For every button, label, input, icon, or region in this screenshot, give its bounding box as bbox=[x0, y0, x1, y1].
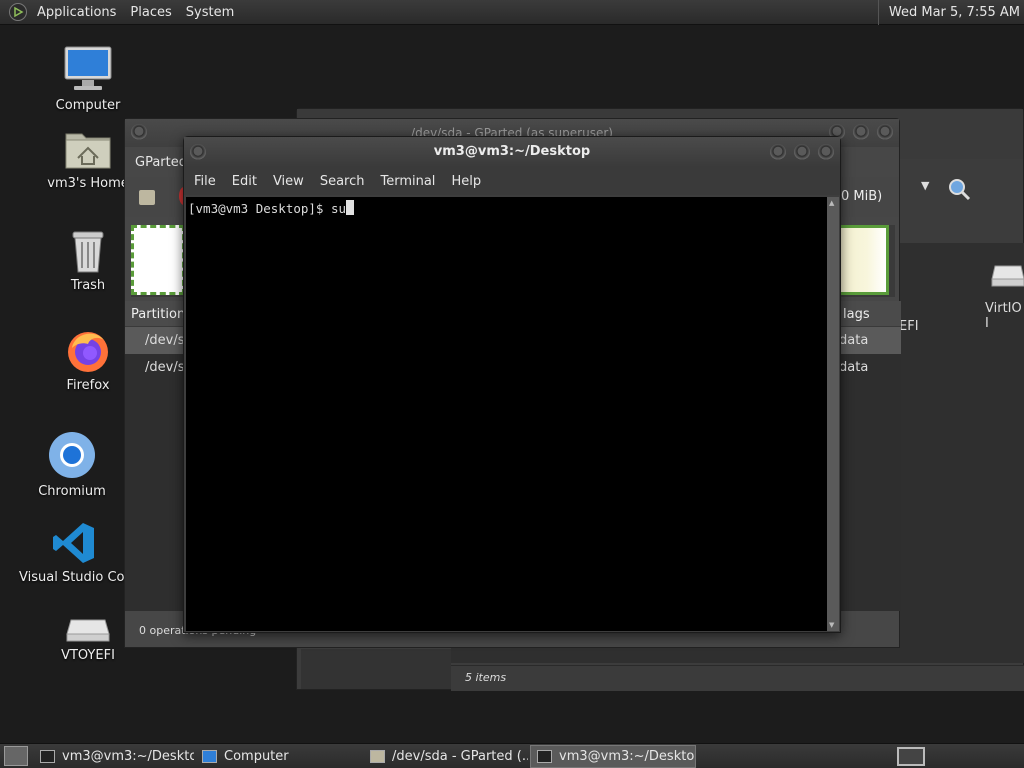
desktop-icon-label: Chromium bbox=[38, 484, 106, 499]
window-menu-button[interactable] bbox=[131, 124, 147, 140]
menu-view[interactable]: View bbox=[265, 174, 312, 189]
menu-places[interactable]: Places bbox=[123, 0, 178, 25]
menu-help[interactable]: Help bbox=[443, 174, 489, 189]
menu-applications[interactable]: Applications bbox=[30, 0, 123, 25]
desktop-icon-computer[interactable]: Computer bbox=[28, 44, 148, 113]
close-button[interactable] bbox=[818, 144, 834, 160]
trash-icon bbox=[72, 231, 104, 273]
efi-label: EFI bbox=[899, 319, 919, 334]
maximize-button[interactable] bbox=[794, 144, 810, 160]
chromium-icon bbox=[49, 432, 95, 478]
column-partition[interactable]: Partition bbox=[131, 307, 185, 322]
gparted-left-buttons bbox=[131, 124, 147, 140]
flags-cell: data bbox=[839, 333, 869, 348]
taskbar-item-label: vm3@vm3:~/Desktop bbox=[559, 748, 696, 764]
terminal-window-buttons bbox=[770, 144, 834, 160]
terminal-icon bbox=[40, 749, 55, 763]
home-folder-icon bbox=[65, 133, 111, 169]
taskbar-item-terminal[interactable]: vm3@vm3:~/Desktop bbox=[34, 745, 194, 768]
desktop-icon-chromium[interactable]: Chromium bbox=[12, 430, 132, 499]
vscode-icon bbox=[53, 523, 94, 563]
gparted-icon bbox=[370, 749, 385, 763]
menu-search[interactable]: Search bbox=[312, 174, 373, 189]
terminal-scrollbar[interactable]: ▲ ▼ bbox=[827, 197, 839, 631]
taskbar: vm3@vm3:~/Desktop Computer /dev/sda - GP… bbox=[0, 743, 1024, 768]
files-sidebar bbox=[301, 649, 451, 689]
dropdown-arrow-icon[interactable]: ▼ bbox=[921, 179, 929, 192]
panel-clock[interactable]: Wed Mar 5, 7:55 AM bbox=[877, 0, 1024, 25]
taskbar-item-label: vm3@vm3:~/Desktop bbox=[62, 748, 194, 764]
partition-block-1[interactable] bbox=[131, 225, 185, 295]
window-menu-button[interactable] bbox=[190, 144, 206, 160]
scroll-down-icon[interactable]: ▼ bbox=[829, 621, 834, 629]
menu-gparted[interactable]: GParted bbox=[135, 155, 187, 170]
menu-edit[interactable]: Edit bbox=[224, 174, 265, 189]
terminal-output[interactable]: [vm3@vm3 Desktop]$ su bbox=[186, 197, 827, 631]
virtio-drive-label: VirtIO I bbox=[985, 301, 1022, 331]
terminal-icon bbox=[537, 749, 552, 763]
text-cursor bbox=[346, 200, 355, 215]
terminal-titlebar[interactable]: vm3@vm3:~/Desktop bbox=[184, 137, 840, 167]
desktop-icon-label: Visual Studio Code bbox=[19, 570, 129, 585]
menu-system[interactable]: System bbox=[179, 0, 241, 25]
column-flags[interactable]: lags bbox=[843, 307, 870, 322]
taskbar-item-gparted[interactable]: /dev/sda - GParted (... bbox=[364, 745, 528, 768]
taskbar-item-label: /dev/sda - GParted (... bbox=[392, 748, 528, 764]
desktop-icon-vscode[interactable]: Visual Studio Code bbox=[14, 520, 134, 585]
taskbar-item-terminal-active[interactable]: vm3@vm3:~/Desktop bbox=[530, 744, 696, 768]
desktop-icon-label: VTOYEFI bbox=[61, 648, 115, 663]
partition-cell: /dev/s bbox=[145, 333, 185, 348]
drive-icon bbox=[66, 619, 110, 642]
terminal-window[interactable]: vm3@vm3:~/Desktop File Edit View Search … bbox=[183, 136, 841, 633]
flags-cell: data bbox=[839, 360, 869, 375]
partition-block-2[interactable] bbox=[835, 225, 889, 295]
new-partition-icon[interactable] bbox=[137, 187, 157, 207]
menu-terminal[interactable]: Terminal bbox=[372, 174, 443, 189]
terminal-prompt: [vm3@vm3 Desktop]$ bbox=[188, 201, 331, 216]
menu-file[interactable]: File bbox=[186, 174, 224, 189]
files-status-text: 5 items bbox=[465, 671, 507, 684]
computer-icon bbox=[64, 46, 112, 90]
terminal-left-buttons bbox=[190, 144, 206, 160]
maximize-button[interactable] bbox=[853, 124, 869, 140]
taskbar-item-computer[interactable]: Computer bbox=[196, 745, 362, 768]
show-desktop-icon[interactable] bbox=[4, 746, 28, 766]
firefox-icon bbox=[68, 332, 108, 372]
computer-icon bbox=[202, 749, 217, 763]
desktop-icon-label: Computer bbox=[55, 98, 121, 113]
search-icon[interactable] bbox=[947, 177, 971, 201]
scroll-up-icon[interactable]: ▲ bbox=[829, 199, 834, 207]
device-size-label[interactable]: 0 MiB) bbox=[841, 189, 882, 204]
terminal-title: vm3@vm3:~/Desktop bbox=[433, 144, 591, 159]
terminal-menubar: File Edit View Search Terminal Help bbox=[184, 167, 840, 195]
files-statusbar: 5 items bbox=[451, 665, 1024, 691]
top-panel: Applications Places System Wed Mar 5, 7:… bbox=[0, 0, 1024, 25]
workspace-switcher-icon[interactable] bbox=[897, 747, 925, 766]
minimize-button[interactable] bbox=[770, 144, 786, 160]
terminal-input[interactable]: su bbox=[331, 201, 346, 216]
virtio-drive-icon bbox=[991, 265, 1024, 287]
partition-cell: /dev/s bbox=[145, 360, 185, 375]
close-button[interactable] bbox=[877, 124, 893, 140]
taskbar-item-label: Computer bbox=[224, 748, 289, 764]
applications-logo-icon[interactable] bbox=[9, 3, 27, 21]
